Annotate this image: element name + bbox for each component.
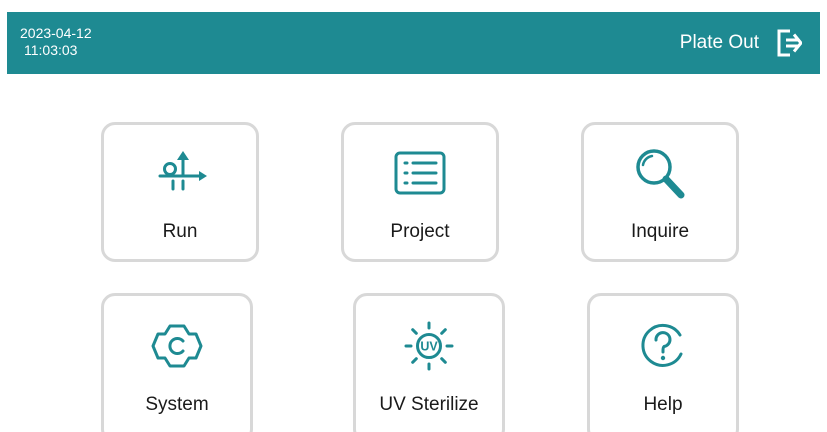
run-label: Run [162, 221, 198, 242]
project-label: Project [390, 221, 450, 242]
current-date: 2023-04-12 [20, 25, 92, 41]
gear-icon [151, 324, 203, 368]
help-label: Help [643, 394, 683, 415]
run-tile[interactable]: Run [101, 122, 259, 262]
system-label: System [145, 394, 209, 415]
exit-arrow-icon [777, 29, 802, 57]
datetime-display: 2023-04-12 11:03:03 [20, 25, 92, 59]
uv-sun-icon: UV [404, 321, 454, 371]
plate-out-label: Plate Out [679, 32, 759, 53]
home-screen: 2023-04-12 11:03:03 Plate Out Run Projec… [0, 0, 827, 432]
current-time: 11:03:03 [24, 42, 78, 58]
inquire-tile[interactable]: Inquire [581, 122, 739, 262]
system-tile[interactable]: System [101, 293, 253, 432]
top-bar: 2023-04-12 11:03:03 Plate Out [7, 12, 820, 74]
question-circle-icon [641, 323, 683, 367]
help-tile[interactable]: Help [587, 293, 739, 432]
plate-out-button[interactable]: Plate Out [680, 12, 820, 74]
magnifier-icon [636, 149, 685, 199]
svg-text:UV: UV [420, 340, 438, 354]
project-tile[interactable]: Project [341, 122, 499, 262]
list-document-icon [394, 151, 446, 195]
run-route-icon [158, 151, 207, 191]
uv-sterilize-tile[interactable]: UV UV Sterilize [353, 293, 505, 432]
uv-sterilize-label: UV Sterilize [379, 394, 479, 415]
inquire-label: Inquire [630, 221, 690, 242]
